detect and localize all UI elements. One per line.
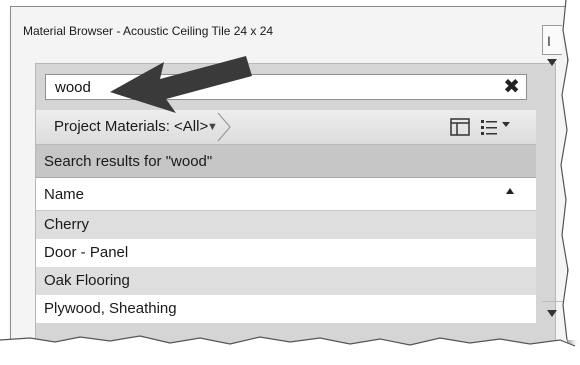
clear-search-icon[interactable]: ✖ [503,76,520,98]
material-name: Oak Flooring [44,272,130,289]
list-view-icon[interactable] [480,118,498,136]
browser-panel: ✖ Project Materials: <All> ▼ [35,63,556,355]
search-results-header: Search results for "wood" [36,145,536,178]
right-panel-divider [542,301,567,302]
library-toolbar: Project Materials: <All> ▼ [36,110,536,145]
column-name-label: Name [44,186,85,203]
material-name: Cherry [44,216,90,233]
material-row[interactable]: Plywood, Sheathing [36,295,536,323]
properties-tab[interactable]: I [542,25,562,55]
material-row[interactable]: Cherry [36,211,536,239]
material-name: Door - Panel [44,244,129,261]
expand-triangle-icon[interactable] [547,310,557,318]
material-browser-window: Material Browser - Acoustic Ceiling Tile… [10,6,568,356]
sort-ascending-icon[interactable] [506,188,514,194]
name-column-header[interactable]: Name [36,178,536,211]
search-results-label: Search results for "wood" [44,153,213,170]
search-input[interactable] [46,75,495,99]
breadcrumb-chevron-icon [217,112,231,142]
material-row[interactable]: Door - Panel [36,239,536,267]
project-materials-filter[interactable]: Project Materials: <All> [54,118,208,135]
view-options-dropdown-icon[interactable] [502,122,510,128]
window-title: Material Browser - Acoustic Ceiling Tile… [23,24,274,38]
material-name: Plywood, Sheathing [44,300,177,317]
search-box[interactable]: ✖ [45,74,527,100]
collapse-triangle-icon[interactable] [547,59,557,67]
material-row[interactable]: Oak Flooring [36,267,536,295]
panel-layout-icon[interactable] [450,118,470,136]
